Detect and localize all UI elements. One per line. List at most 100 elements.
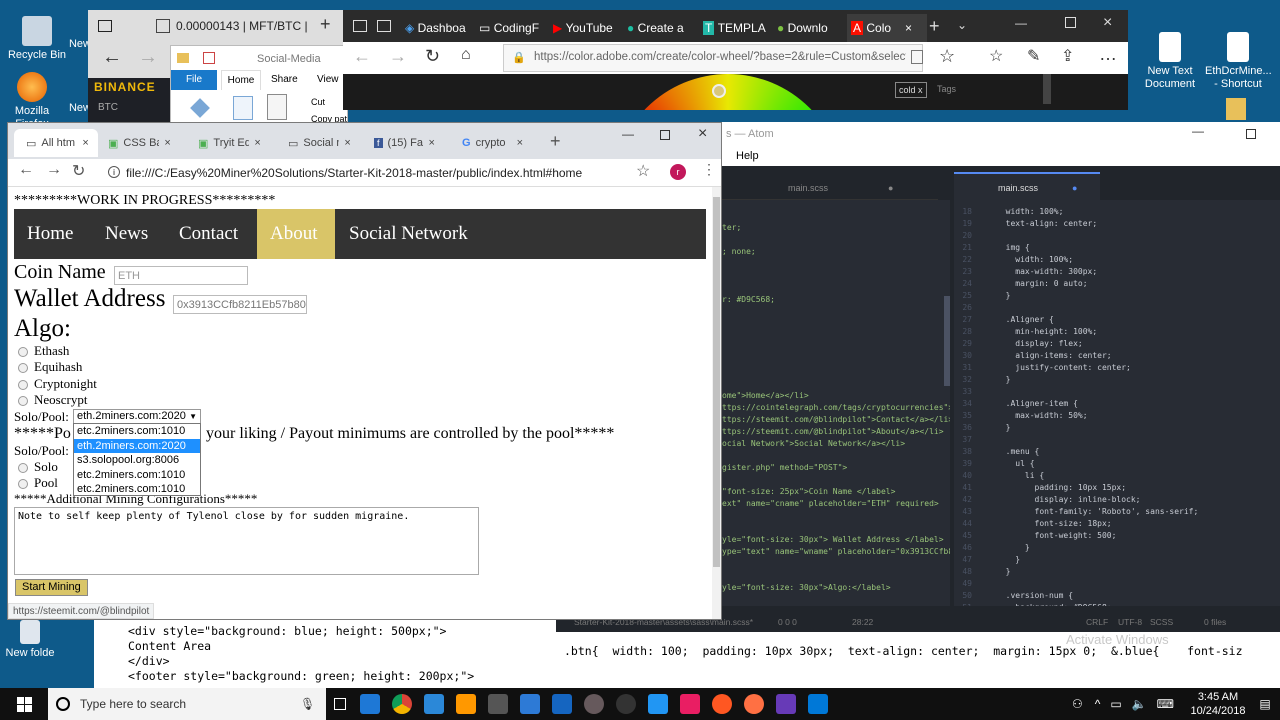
edge-tab-manager-icon[interactable]: [377, 20, 391, 32]
pool-option[interactable]: s3.solopool.org:8006: [74, 453, 200, 468]
network-icon[interactable]: ▭: [1110, 697, 1121, 711]
chrome-taskbar-icon[interactable]: [392, 694, 412, 714]
nav-contact[interactable]: Contact: [166, 209, 251, 259]
edge-home-icon[interactable]: ⌂: [461, 46, 471, 64]
bottom-code-line-1[interactable]: <div style="background: blue; height: 50…: [128, 624, 447, 638]
edge-tab-download[interactable]: ● Downlo: [773, 14, 845, 42]
new-tab-icon[interactable]: +: [320, 14, 331, 35]
chrome-tab-all-html[interactable]: ▭ All htm ×: [14, 129, 98, 157]
app-taskbar-icon-9[interactable]: [776, 694, 796, 714]
nav-about[interactable]: About: [257, 209, 335, 259]
radio-ethash[interactable]: [18, 347, 28, 358]
bottom-code-line-2[interactable]: Content Area: [128, 639, 211, 653]
copy-icon[interactable]: [233, 96, 253, 120]
reading-view-icon[interactable]: [911, 50, 923, 64]
edge-back-icon[interactable]: ←: [353, 46, 371, 67]
app-taskbar-icon-7[interactable]: [712, 694, 732, 714]
radio-pool[interactable]: [18, 479, 28, 490]
edge-minimize-icon[interactable]: —: [1015, 16, 1027, 30]
page-scrollbar[interactable]: [712, 187, 721, 619]
chrome-forward-icon[interactable]: →: [46, 161, 62, 179]
chrome-reload-icon[interactable]: ↻: [72, 161, 85, 181]
chrome-menu-icon[interactable]: ⋮: [702, 161, 716, 178]
edge-new-tab-icon[interactable]: +: [929, 16, 940, 37]
close-tab-icon[interactable]: ×: [344, 137, 350, 149]
edge-taskbar-icon[interactable]: [360, 694, 380, 714]
radio-cryptonight[interactable]: [18, 380, 28, 391]
keyboard-icon[interactable]: ⌨: [1157, 697, 1174, 711]
bookmark-star-icon[interactable]: ☆: [636, 161, 650, 181]
app-taskbar-icon-6[interactable]: [680, 694, 700, 714]
pool-option[interactable]: etc.2miners.com:1010: [74, 424, 200, 439]
new-text-document-icon[interactable]: New Text Document: [1140, 32, 1200, 91]
left-scrollbar[interactable]: [944, 296, 950, 386]
bottom-code-line-3[interactable]: </div>: [128, 654, 170, 668]
coin-name-input[interactable]: ETH: [114, 266, 248, 285]
algo-equihash[interactable]: Equihash: [18, 359, 82, 375]
close-tab-icon[interactable]: ×: [254, 137, 260, 149]
recycle-bin-icon[interactable]: Recycle Bin: [7, 16, 67, 62]
chrome-tab-facebook[interactable]: f (15) Fa ×: [374, 129, 456, 157]
color-wheel[interactable]: [613, 74, 843, 110]
edge-tab-youtube[interactable]: ▶ YouTube: [549, 14, 621, 42]
bing-taskbar-icon[interactable]: [808, 694, 828, 714]
nav-news[interactable]: News: [92, 209, 161, 259]
edge-forward-icon[interactable]: →: [389, 46, 407, 67]
github-taskbar-icon[interactable]: [616, 694, 636, 714]
pen-icon[interactable]: ✎: [1027, 46, 1040, 66]
ribbon-tab-file[interactable]: File: [171, 70, 217, 90]
folder-icon-right[interactable]: [1226, 98, 1246, 120]
app-taskbar-icon-2[interactable]: [488, 694, 508, 714]
edge-close-icon[interactable]: ×: [1103, 14, 1112, 32]
edge-tab-templa[interactable]: T TEMPLA: [699, 14, 771, 42]
chrome-tab-social[interactable]: ▭ Social n ×: [288, 129, 370, 157]
close-tab-icon[interactable]: ×: [905, 21, 912, 35]
app-taskbar-icon-8[interactable]: [744, 694, 764, 714]
edge-tab-color[interactable]: A Colo ×: [847, 14, 927, 42]
task-view-icon[interactable]: [326, 698, 354, 710]
scroll-thumb[interactable]: [713, 197, 720, 567]
close-tab-icon[interactable]: ×: [517, 137, 523, 149]
microphone-icon[interactable]: 🎙: [300, 697, 315, 711]
close-tab-icon[interactable]: ×: [429, 137, 435, 149]
favorite-star-icon[interactable]: ☆: [939, 46, 955, 67]
mode-solo[interactable]: Solo: [18, 459, 58, 475]
chrome-maximize-icon[interactable]: [660, 130, 670, 140]
radio-equihash[interactable]: [18, 363, 28, 374]
app-taskbar-icon-1[interactable]: [424, 694, 444, 714]
color-handle[interactable]: [712, 84, 726, 98]
left-code-text[interactable]: ter; ; none; r: #D9C568; ome">Home</a></…: [722, 222, 950, 594]
edge-maximize-icon[interactable]: [1065, 17, 1076, 28]
share-icon[interactable]: ⇪: [1061, 46, 1074, 66]
pin-icon[interactable]: [190, 98, 210, 118]
right-code-text[interactable]: width: 100%; text-align: center; img { w…: [996, 206, 1199, 606]
mode-pool[interactable]: Pool: [18, 475, 58, 491]
action-center-icon[interactable]: ▤: [1250, 697, 1280, 711]
cut-label[interactable]: Cut: [311, 97, 325, 107]
ethdcr-shortcut-icon[interactable]: EthDcrMine... - Shortcut: [1205, 32, 1272, 91]
atom-tab-right[interactable]: main.scss ●: [954, 172, 1100, 200]
taskbar-search-box[interactable]: Type here to search 🎙: [48, 688, 326, 720]
chrome-tab-css[interactable]: ▣ CSS Ba ×: [108, 129, 190, 157]
atom-taskbar-icon[interactable]: [584, 694, 604, 714]
edge-refresh-icon[interactable]: ↻: [425, 46, 440, 67]
pool-option-highlighted[interactable]: eth.2miners.com:2020: [74, 438, 200, 453]
edge-scrollbar[interactable]: [1043, 74, 1051, 104]
tray-chevron-icon[interactable]: ^: [1095, 697, 1101, 711]
algo-cryptonight[interactable]: Cryptonight: [18, 376, 97, 392]
edge-tab-codingf[interactable]: ▭ CodingF: [475, 14, 547, 42]
sublime-taskbar-icon[interactable]: [456, 694, 476, 714]
app-taskbar-icon-5[interactable]: [648, 694, 668, 714]
atom-menu-help[interactable]: Help: [736, 150, 759, 162]
chrome-close-icon[interactable]: ×: [698, 125, 707, 143]
tag-chip[interactable]: cold x: [895, 82, 927, 98]
favorites-hub-icon[interactable]: ☆: [989, 46, 1003, 66]
atom-tab-left[interactable]: main.scss ●: [718, 176, 938, 200]
edge-address-bar[interactable]: 🔒 https://color.adobe.com/create/color-w…: [503, 44, 923, 72]
algo-neoscrypt[interactable]: Neoscrypt: [18, 392, 87, 408]
bottom-right-code[interactable]: .btn{ width: 100; padding: 10px 30px; te…: [564, 644, 1280, 658]
tradingview-tab-title[interactable]: 0.00000143 | MFT/BTC |: [176, 19, 316, 33]
paste-icon[interactable]: [267, 94, 287, 120]
algo-ethash[interactable]: Ethash: [18, 343, 69, 359]
more-icon[interactable]: …: [1099, 44, 1117, 65]
